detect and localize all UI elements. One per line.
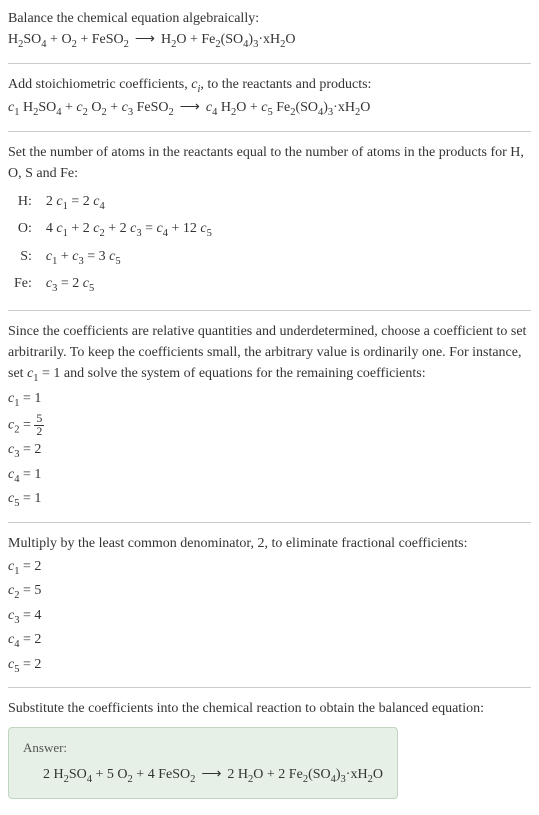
c4-val: c4 = 1: [8, 464, 531, 488]
divider-5: [8, 687, 531, 688]
atom-s-eq: c1 + c3 = 3 c5: [46, 245, 218, 271]
sub-2f: 2: [280, 39, 285, 50]
sub-2d: 2: [171, 39, 176, 50]
divider-2: [8, 131, 531, 132]
atom-fe-eq: c3 = 2 c5: [46, 272, 218, 298]
sub-2: 2: [18, 39, 23, 50]
plus3: +: [186, 32, 201, 47]
plus2: +: [77, 32, 92, 47]
sub-3: 3: [253, 39, 258, 50]
atom-equations-table: H: 2 c1 = 2 c4 O: 4 c1 + 2 c2 + 2 c3 = c…: [12, 188, 220, 300]
sub-2e: 2: [215, 39, 220, 50]
atom-o-eq: 4 c1 + 2 c2 + 2 c3 = c4 + 12 c5: [46, 217, 218, 243]
answer-box: Answer: 2 H2SO4 + 5 O2 + 4 FeSO2⟶2 H2O +…: [8, 727, 398, 798]
plus: +: [47, 32, 62, 47]
balance-text: Balance the chemical equation algebraica…: [8, 8, 531, 29]
coeff-list-2: c1 = 2 c2 = 5 c3 = 4 c4 = 2 c5 = 2: [8, 556, 531, 678]
step-solve-arbitrary: Since the coefficients are relative quan…: [8, 321, 531, 512]
unbalanced-equation: H2SO4 + O2 + FeSO2⟶H2O + Fe2(SO4)3·xH2O: [8, 29, 531, 53]
atom-fe-label: Fe:: [14, 272, 44, 298]
step-add-coefficients: Add stoichiometric coefficients, ci, to …: [8, 74, 531, 121]
arbitrary-text: Since the coefficients are relative quan…: [8, 321, 531, 387]
c1-sub: 1: [14, 107, 19, 118]
c3-val: c3 = 2: [8, 439, 531, 463]
coeff-intro-b: , to the reactants and products:: [200, 77, 371, 92]
divider-4: [8, 522, 531, 523]
frac-den: 2: [34, 426, 44, 438]
step-balance-intro: Balance the chemical equation algebraica…: [8, 8, 531, 53]
table-row: Fe: c3 = 2 c5: [14, 272, 218, 298]
c2-val: c2 = 52: [8, 413, 531, 438]
substitute-text: Substitute the coefficients into the che…: [8, 698, 531, 719]
step-substitute: Substitute the coefficients into the che…: [8, 698, 531, 798]
table-row: O: 4 c1 + 2 c2 + 2 c3 = c4 + 12 c5: [14, 217, 218, 243]
arrow: ⟶: [129, 32, 161, 47]
table-row: S: c1 + c3 = 3 c5: [14, 245, 218, 271]
atom-o-label: O:: [14, 217, 44, 243]
atom-s-label: S:: [14, 245, 44, 271]
add-coeff-text: Add stoichiometric coefficients, ci, to …: [8, 74, 531, 98]
coeff-equation: c1 H2SO4 + c2 O2 + c3 FeSO2⟶c4 H2O + c5 …: [8, 97, 531, 121]
step-set-atoms: Set the number of atoms in the reactants…: [8, 142, 531, 300]
balanced-equation: 2 H2SO4 + 5 O2 + 4 FeSO2⟶2 H2O + 2 Fe2(S…: [23, 764, 383, 788]
atom-h-label: H:: [14, 190, 44, 216]
answer-label: Answer:: [23, 738, 383, 758]
set-atoms-text: Set the number of atoms in the reactants…: [8, 142, 531, 184]
lcd-text: Multiply by the least common denominator…: [8, 533, 531, 554]
atom-h-eq: 2 c1 = 2 c4: [46, 190, 218, 216]
c4-final: c4 = 2: [8, 629, 531, 653]
table-row: H: 2 c1 = 2 c4: [14, 190, 218, 216]
c2-final: c2 = 5: [8, 580, 531, 604]
divider-1: [8, 63, 531, 64]
c1-final: c1 = 2: [8, 556, 531, 580]
divider-3: [8, 310, 531, 311]
c5-final: c5 = 2: [8, 654, 531, 678]
coeff-intro-a: Add stoichiometric coefficients,: [8, 77, 191, 92]
step-multiply-lcd: Multiply by the least common denominator…: [8, 533, 531, 678]
c5-val: c5 = 1: [8, 488, 531, 512]
sub-4b: 4: [243, 39, 248, 50]
coeff-list-1: c1 = 1 c2 = 52 c3 = 2 c4 = 1 c5 = 1: [8, 388, 531, 511]
c1-val: c1 = 1: [8, 388, 531, 412]
c3-final: c3 = 4: [8, 605, 531, 629]
